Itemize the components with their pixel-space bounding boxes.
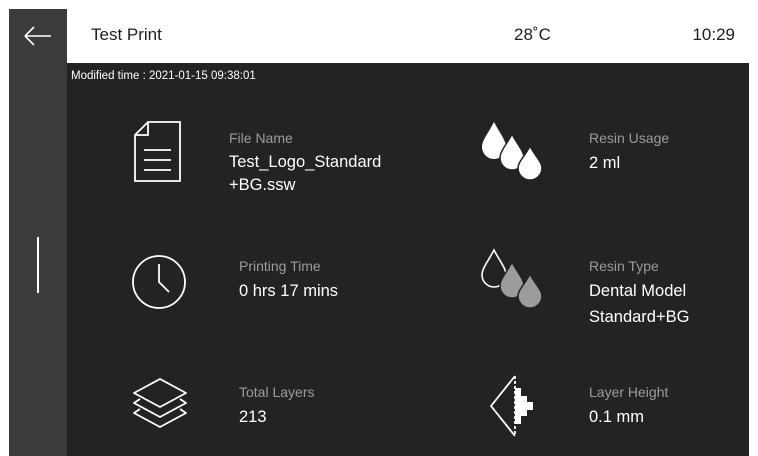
total-layers-label: Total Layers [239,384,315,400]
printing-time-value: 0 hrs 17 mins [239,282,339,300]
sidebar [9,63,67,456]
print-detail-screen: Test Print 28˚C 10:29 Modified time : 20… [9,9,749,456]
clock-readout: 10:29 [692,25,735,44]
total-layers-value: 213 [239,408,267,426]
layer-height-label: Layer Height [589,384,669,400]
layers-icon [133,378,187,428]
header-bar: Test Print 28˚C 10:29 [67,9,749,63]
layer-height-icon [490,375,533,437]
temperature-readout: 28˚C [514,25,551,44]
clock-icon [132,255,186,309]
file-name-value-line1: Test_Logo_Standard [229,153,382,171]
file-name-label: File Name [229,130,293,146]
sidebar-handle[interactable] [37,237,39,293]
file-name-value-line2: +BG.ssw [229,176,296,194]
resin-type-value-line1: Dental Model [589,282,687,300]
layer-height-value: 0.1 mm [589,408,645,426]
drops-outline-icon [481,248,543,309]
arrow-left-icon [24,26,51,46]
resin-type-value-line2: Standard+BG [589,308,690,326]
document-icon [134,121,181,182]
page-title: Test Print [91,25,162,44]
resin-usage-label: Resin Usage [589,130,670,146]
resin-usage-value: 2 ml [589,154,621,172]
back-button[interactable] [9,9,67,63]
resin-type-label: Resin Type [589,258,659,274]
printing-time-label: Printing Time [239,258,321,274]
modified-time: Modified time : 2021-01-15 09:38:01 [71,70,256,82]
drops-filled-icon [482,122,543,181]
